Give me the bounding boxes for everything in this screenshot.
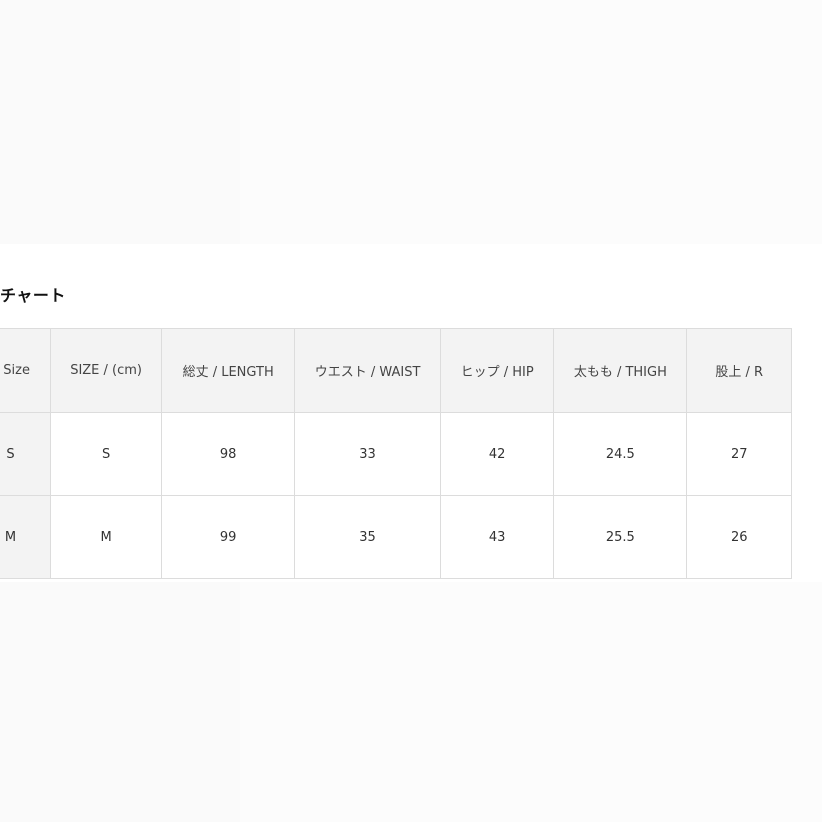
cell-length: 99 — [161, 495, 296, 579]
bottom-background — [0, 582, 822, 822]
header-thigh: 太もも / THIGH — [553, 328, 688, 413]
cell-hip: 42 — [440, 412, 555, 496]
cell-thigh: 24.5 — [553, 412, 688, 496]
cell-waist: 33 — [294, 412, 442, 496]
cell-size: M — [49, 495, 163, 579]
cell-size-label: M — [0, 495, 51, 579]
cell-thigh: 25.5 — [553, 495, 688, 579]
header-rise: 股上 / R — [686, 328, 792, 413]
top-background — [0, 0, 822, 244]
header-hip: ヒップ / HIP — [440, 328, 555, 413]
cell-hip: 43 — [440, 495, 555, 579]
table-row: S S 98 33 42 24.5 27 — [0, 412, 792, 496]
bottom-background-light — [240, 582, 822, 822]
size-table: n Size SIZE / (cm) 総丈 / LENGTH ウエスト / WA… — [0, 328, 792, 579]
cell-size: S — [49, 412, 163, 496]
header-waist: ウエスト / WAIST — [294, 328, 442, 413]
table-header-row: n Size SIZE / (cm) 総丈 / LENGTH ウエスト / WA… — [0, 328, 792, 413]
header-size-label: n Size — [0, 328, 51, 413]
top-background-light — [240, 0, 822, 244]
cell-waist: 35 — [294, 495, 442, 579]
header-length: 総丈 / LENGTH — [161, 328, 296, 413]
cell-rise: 26 — [686, 495, 792, 579]
header-size-cm: SIZE / (cm) — [49, 328, 163, 413]
cell-size-label: S — [0, 412, 51, 496]
table-row: M M 99 35 43 25.5 26 — [0, 495, 792, 579]
section-title: チャート — [0, 286, 66, 305]
cell-rise: 27 — [686, 412, 792, 496]
cell-length: 98 — [161, 412, 296, 496]
